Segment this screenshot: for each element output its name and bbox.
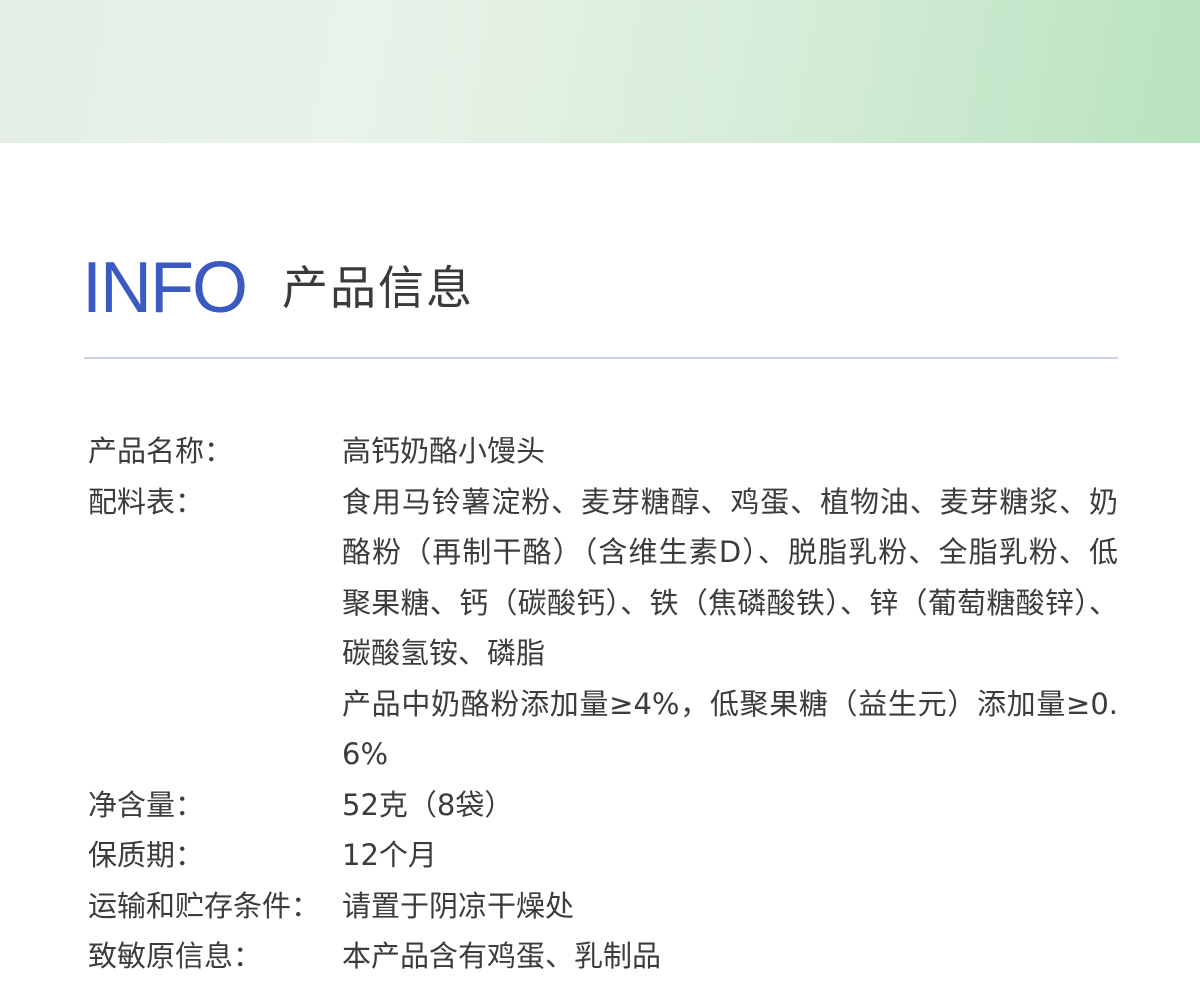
- heading-cn: 产品信息: [281, 261, 474, 315]
- divider: [84, 357, 1118, 359]
- info-row-ingredients: 配料表： 食用马铃薯淀粉、麦芽糖醇、鸡蛋、植物油、麦芽糖浆、奶酪粉（再制干酪）（…: [88, 477, 1128, 780]
- product-info-list: 产品名称： 高钙奶酪小馒头 配料表： 食用马铃薯淀粉、麦芽糖醇、鸡蛋、植物油、麦…: [88, 426, 1128, 982]
- info-value-line: 请置于阴凉干燥处: [342, 888, 575, 923]
- info-value: 高钙奶酪小馒头: [342, 426, 1118, 477]
- section-heading: INFO 产品信息: [82, 248, 474, 328]
- info-row-shelf-life: 保质期： 12个月: [88, 830, 1128, 881]
- heading-en: INFO: [82, 248, 248, 328]
- info-value-line: 52克（8袋）: [342, 787, 514, 822]
- info-label: 产品名称：: [88, 434, 234, 468]
- info-label: 配料表：: [88, 484, 205, 519]
- info-label: 保质期：: [88, 838, 205, 872]
- info-value: 12个月: [342, 830, 1118, 881]
- info-value-line: 12个月: [342, 838, 437, 872]
- info-row-net-weight: 净含量： 52克（8袋）: [88, 780, 1128, 831]
- info-label: 运输和贮存条件：: [88, 888, 321, 923]
- ingredients-note: 产品中奶酪粉添加量≥4%，低聚果糖（益生元）添加量≥0.6%: [342, 686, 1118, 772]
- info-value: 52克（8袋）: [342, 780, 1118, 831]
- top-gradient-band: [0, 0, 1200, 143]
- info-value: 请置于阴凉干燥处: [342, 881, 1118, 932]
- info-value-line: 高钙奶酪小馒头: [342, 434, 546, 468]
- info-row-product-name: 产品名称： 高钙奶酪小馒头: [88, 426, 1128, 477]
- info-row-storage: 运输和贮存条件： 请置于阴凉干燥处: [88, 881, 1128, 932]
- info-label: 净含量：: [88, 787, 205, 822]
- ingredients-text: 食用马铃薯淀粉、麦芽糖醇、鸡蛋、植物油、麦芽糖浆、奶酪粉（再制干酪）（含维生素D…: [342, 484, 1118, 671]
- info-value: 食用马铃薯淀粉、麦芽糖醇、鸡蛋、植物油、麦芽糖浆、奶酪粉（再制干酪）（含维生素D…: [342, 477, 1118, 780]
